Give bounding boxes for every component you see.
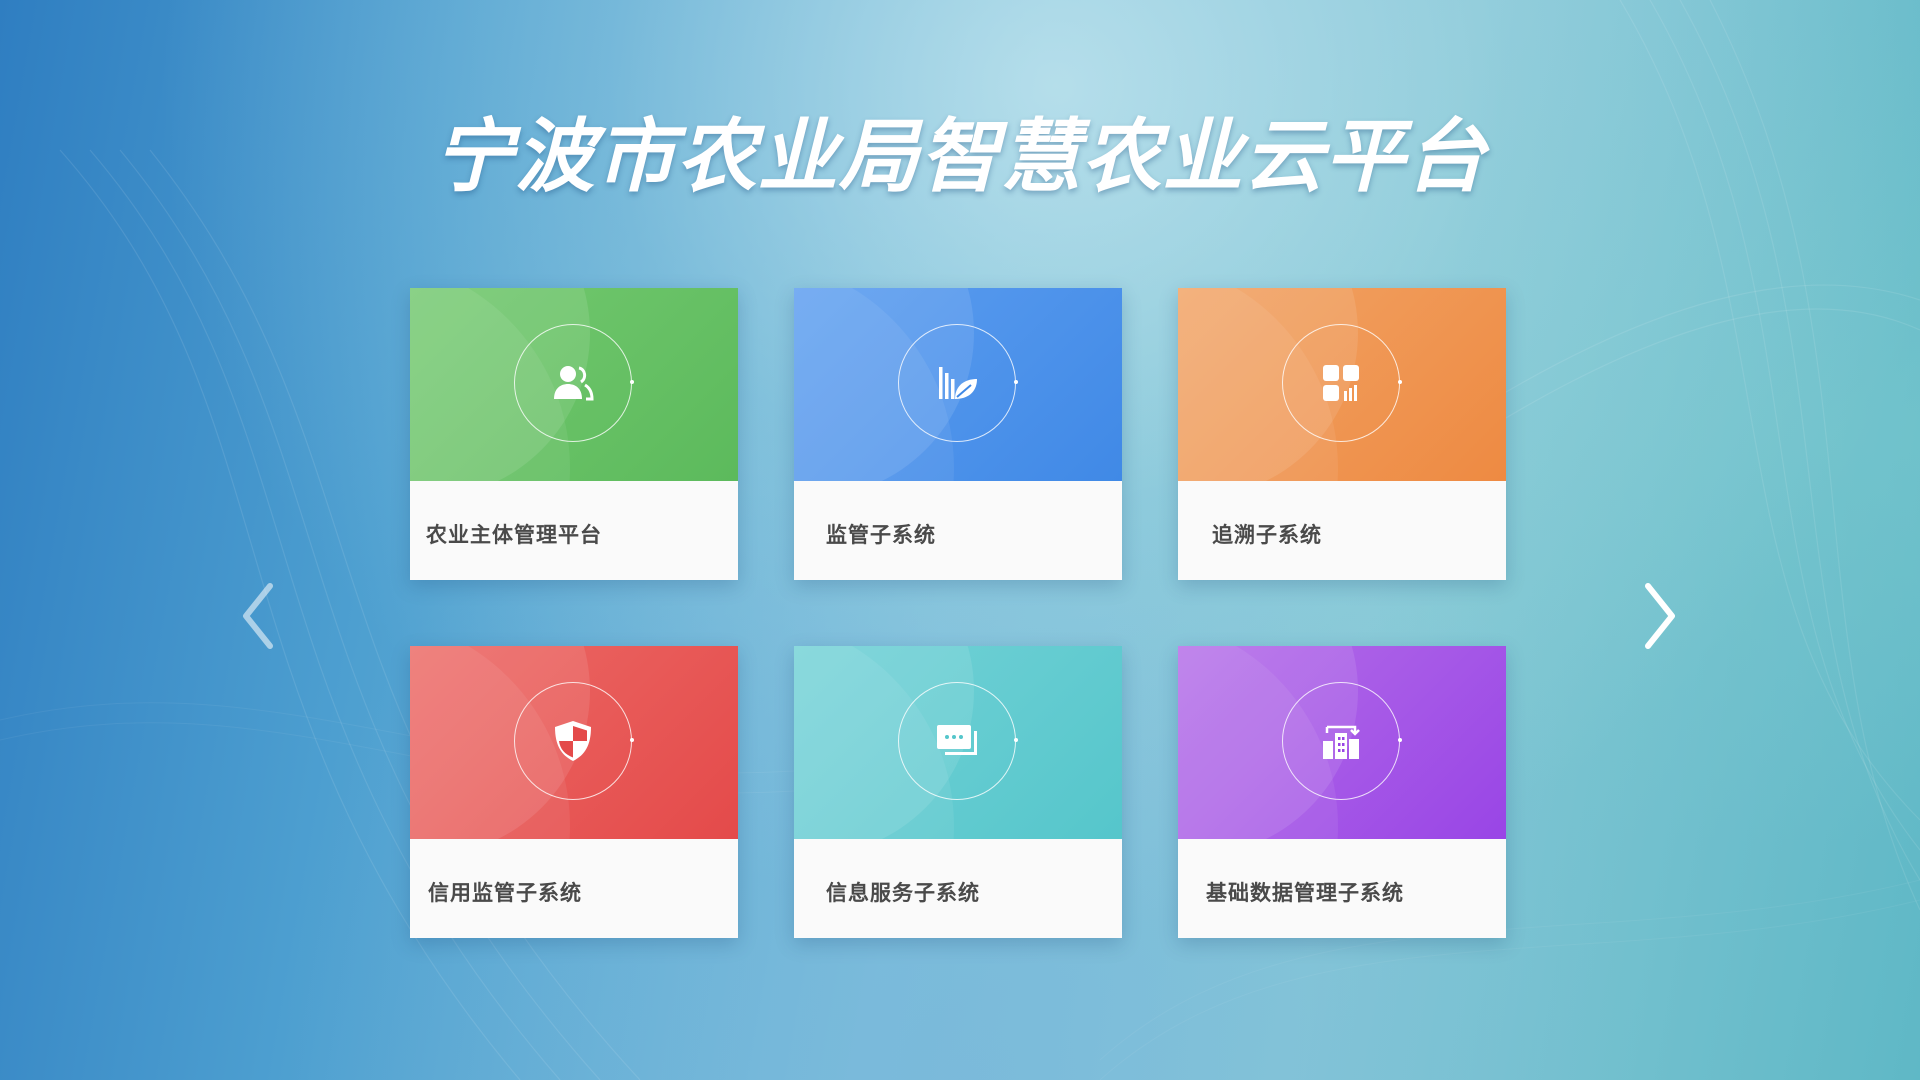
card-label: 农业主体管理平台	[426, 523, 602, 547]
card-supervision-subsystem[interactable]: 监管子系统	[794, 288, 1122, 580]
message-icon	[937, 725, 977, 755]
card-header	[794, 646, 1122, 839]
card-label: 追溯子系统	[1212, 523, 1322, 547]
prev-button[interactable]	[228, 576, 288, 656]
card-header	[1178, 288, 1506, 481]
dashboard-grid-icon	[1323, 365, 1359, 401]
shield-icon	[555, 721, 591, 761]
next-button[interactable]	[1630, 576, 1690, 656]
card-header	[1178, 646, 1506, 839]
card-header	[410, 288, 738, 481]
icon-ring	[514, 324, 634, 442]
chevron-left-icon	[243, 583, 273, 649]
icon-ring	[1282, 682, 1402, 800]
chevron-right-icon	[1645, 583, 1675, 649]
card-label: 基础数据管理子系统	[1206, 881, 1404, 905]
card-label: 信息服务子系统	[826, 881, 980, 905]
system-grid: 农业主体管理平台 监管子系统 追溯子系统 信用监管子系统 信息服务子系统 基础数…	[0, 0, 1920, 1080]
card-label: 信用监管子系统	[428, 881, 582, 905]
icon-ring	[514, 682, 634, 800]
card-header	[410, 646, 738, 839]
card-label: 监管子系统	[826, 523, 936, 547]
icon-ring	[898, 682, 1018, 800]
card-basic-data-management-subsystem[interactable]: 基础数据管理子系统	[1178, 646, 1506, 938]
card-info-service-subsystem[interactable]: 信息服务子系统	[794, 646, 1122, 938]
chart-leaf-icon	[939, 367, 977, 399]
icon-ring	[898, 324, 1018, 442]
users-icon	[554, 366, 594, 401]
card-credit-supervision-subsystem[interactable]: 信用监管子系统	[410, 646, 738, 938]
card-agri-subject-platform[interactable]: 农业主体管理平台	[410, 288, 738, 580]
data-building-icon	[1323, 725, 1360, 759]
icon-ring	[1282, 324, 1402, 442]
card-header	[794, 288, 1122, 481]
card-traceability-subsystem[interactable]: 追溯子系统	[1178, 288, 1506, 580]
